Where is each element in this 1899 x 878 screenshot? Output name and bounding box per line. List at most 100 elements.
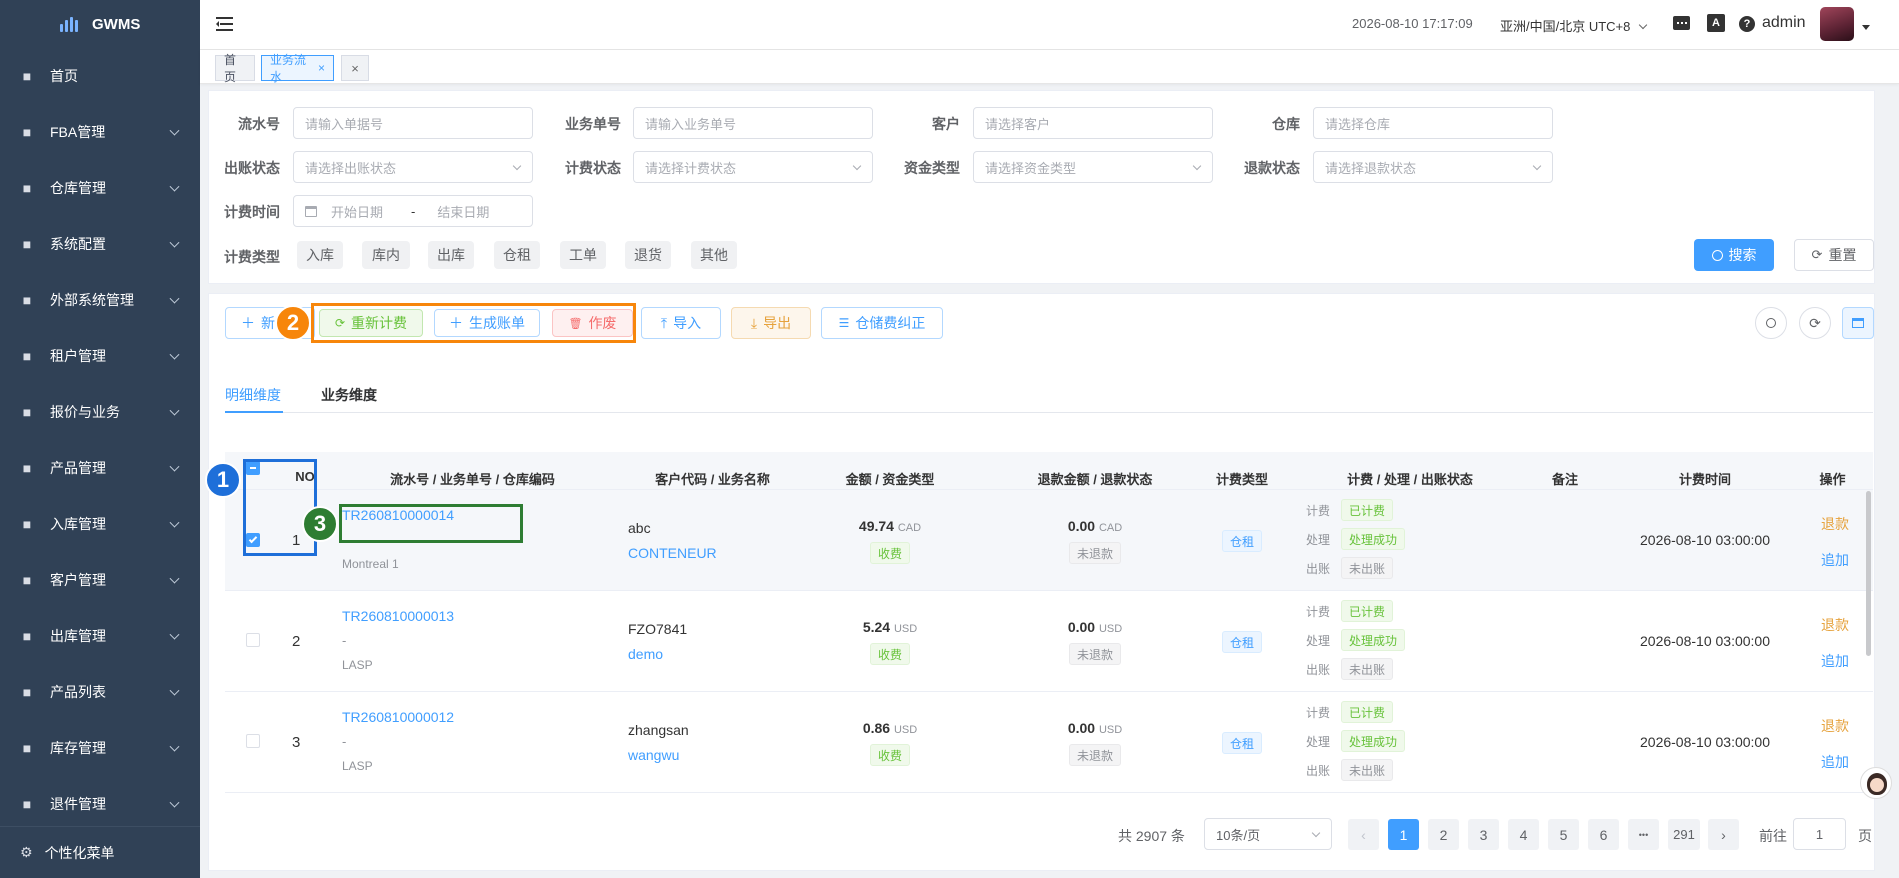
sidebar-item-9[interactable]: ■ 客户管理 [0, 552, 200, 608]
tab-business[interactable]: 业务维度 [321, 385, 377, 405]
storage-fee-fix-button[interactable]: ☰ 仓储费纠正 [821, 307, 943, 339]
charge-type-chip[interactable]: 退货 [625, 241, 671, 269]
serial-link[interactable]: TR260810000012 [342, 709, 454, 725]
row-checkbox[interactable] [246, 734, 260, 748]
sidebar-item-12[interactable]: ■ 库存管理 [0, 720, 200, 776]
page-button[interactable]: 5 [1548, 819, 1579, 850]
page-last[interactable]: 291 [1668, 819, 1700, 850]
search-icon [1711, 249, 1723, 261]
hamburger-icon[interactable] [216, 17, 233, 31]
tag-home[interactable]: 首页 [215, 53, 255, 84]
charge-type-chip[interactable]: 工单 [560, 241, 606, 269]
import-button[interactable]: ⤒ 导入 [641, 307, 721, 339]
billing-status-select[interactable]: 请选择出账状态 [293, 151, 533, 183]
sidebar-item-5[interactable]: ■ 租户管理 [0, 328, 200, 384]
serial-link[interactable]: TR260810000013 [342, 608, 454, 624]
sidebar-item-0[interactable]: ■ 首页 [0, 48, 200, 104]
tab-detail[interactable]: 明细维度 [225, 385, 283, 413]
business-name-link[interactable]: CONTENEUR [628, 545, 717, 561]
table-refresh-button[interactable]: ⟳ [1799, 307, 1831, 339]
charge-time-range[interactable]: 开始日期 - 结束日期 [293, 195, 533, 227]
refund-status-placeholder: 请选择退款状态 [1325, 160, 1417, 176]
reset-button[interactable]: ⟳ 重置 [1794, 239, 1874, 271]
app-logo[interactable]: GWMS [0, 0, 200, 48]
sidebar-item-13[interactable]: ■ 退件管理 [0, 776, 200, 832]
row-checkbox[interactable] [246, 633, 260, 647]
refund-status: 未退款 [1000, 542, 1190, 564]
table-row[interactable]: 3 TR260810000012 - LASP zhangsan wangwu 0.86 U… [225, 692, 1873, 793]
prev-page-button[interactable]: ‹ [1348, 819, 1379, 850]
append-action-link[interactable]: 追加 [1821, 550, 1849, 570]
refresh-icon: ⟳ [1809, 314, 1821, 331]
export-button[interactable]: ⤓ 导出 [731, 307, 811, 339]
page-ellipsis[interactable]: ••• [1628, 819, 1659, 850]
append-action-link[interactable]: 追加 [1821, 752, 1849, 772]
goto-page-input[interactable]: 1 [1793, 818, 1846, 850]
table-icon: ■ [22, 740, 32, 756]
column-settings-button[interactable] [1842, 307, 1874, 339]
charge-type-chip[interactable]: 入库 [297, 241, 343, 269]
sidebar-item-1[interactable]: ■ FBA管理 [0, 104, 200, 160]
table-search-toggle[interactable] [1755, 307, 1787, 339]
sidebar-item-label: 系统配置 [50, 236, 106, 252]
page-button[interactable]: 3 [1468, 819, 1499, 850]
avatar[interactable] [1820, 7, 1854, 41]
business-name-link[interactable]: wangwu [628, 747, 679, 763]
username[interactable]: admin [1762, 14, 1806, 32]
fund-type-tag: 收费 [869, 542, 910, 564]
sidebar-item-3[interactable]: ■ 系统配置 [0, 216, 200, 272]
status-bill-tag: 未出账 [1341, 557, 1394, 579]
help-icon[interactable]: ? [1739, 16, 1755, 32]
business-name-link[interactable]: demo [628, 646, 663, 662]
sidebar: GWMS ■ 首页 ■ FBA管理 ■ 仓库管理 ■ 系统配置 ■ 外部系统管理 ■ 租户管理 ■ 报价与… [0, 0, 200, 878]
sidebar-item-4[interactable]: ■ 外部系统管理 [0, 272, 200, 328]
close-icon[interactable]: × [318, 61, 325, 75]
refund-action-link[interactable]: 退款 [1821, 514, 1849, 534]
page-size-select[interactable]: 10条/页 [1204, 818, 1332, 850]
refund-action-link[interactable]: 退款 [1821, 716, 1849, 736]
sidebar-item-10[interactable]: ■ 出库管理 [0, 608, 200, 664]
message-icon[interactable] [1673, 16, 1690, 30]
search-button[interactable]: 搜索 [1694, 239, 1774, 271]
refund-status-select[interactable]: 请选择退款状态 [1313, 151, 1553, 183]
assistant-skin [1870, 778, 1884, 792]
custom-menu-button[interactable]: ⚙ 个性化菜单 [0, 826, 200, 878]
avatar-dropdown-icon[interactable] [1862, 25, 1870, 30]
page-button[interactable]: 4 [1508, 819, 1539, 850]
translate-icon[interactable]: A [1707, 14, 1725, 32]
assistant-avatar[interactable] [1860, 767, 1892, 799]
warehouse-select[interactable]: 请选择仓库 [1313, 107, 1553, 139]
page-button[interactable]: 2 [1428, 819, 1459, 850]
fund-type-select[interactable]: 请选择资金类型 [973, 151, 1213, 183]
append-action-link[interactable]: 追加 [1821, 651, 1849, 671]
total-count: 共 2907 条 [1118, 828, 1185, 844]
charge-status-select[interactable]: 请选择计费状态 [633, 151, 873, 183]
timezone-select[interactable]: 亚洲/中国/北京 UTC+8 [1500, 16, 1648, 35]
tag-current-label: 业务流水 [270, 53, 307, 84]
charge-type-chip[interactable]: 出库 [428, 241, 474, 269]
charge-type-chip[interactable]: 仓租 [494, 241, 540, 269]
charge-type-chip[interactable]: 库内 [362, 241, 410, 269]
col-amount: 金额 / 资金类型 [845, 472, 935, 487]
tag-current[interactable]: 业务流水 × [261, 53, 334, 84]
sidebar-item-11[interactable]: ■ 产品列表 [0, 664, 200, 720]
fund-type: 收费 [820, 643, 960, 665]
sidebar-item-label: 退件管理 [50, 796, 106, 812]
charge-type-chip[interactable]: 其他 [691, 241, 737, 269]
table-scrollbar[interactable] [1866, 491, 1871, 656]
page-button[interactable]: 1 [1388, 819, 1419, 850]
sidebar-item-8[interactable]: ■ 入库管理 [0, 496, 200, 552]
table-row[interactable]: 2 TR260810000013 - LASP FZO7841 demo 5.24 USD 收… [225, 591, 1873, 692]
sidebar-item-7[interactable]: ■ 产品管理 [0, 440, 200, 496]
serial-input[interactable]: 请输入单据号 [293, 107, 533, 139]
sidebar-item-2[interactable]: ■ 仓库管理 [0, 160, 200, 216]
page-button[interactable]: 6 [1588, 819, 1619, 850]
refund-action-link[interactable]: 退款 [1821, 615, 1849, 635]
business-no: - [342, 633, 347, 648]
sidebar-item-6[interactable]: ■ 报价与业务 [0, 384, 200, 440]
next-page-button[interactable]: › [1708, 819, 1739, 850]
customer-select[interactable]: 请选择客户 [973, 107, 1213, 139]
bizno-input[interactable]: 请输入业务单号 [633, 107, 873, 139]
col-remark: 备注 [1551, 472, 1578, 487]
close-all-tags-button[interactable]: × [341, 55, 369, 81]
